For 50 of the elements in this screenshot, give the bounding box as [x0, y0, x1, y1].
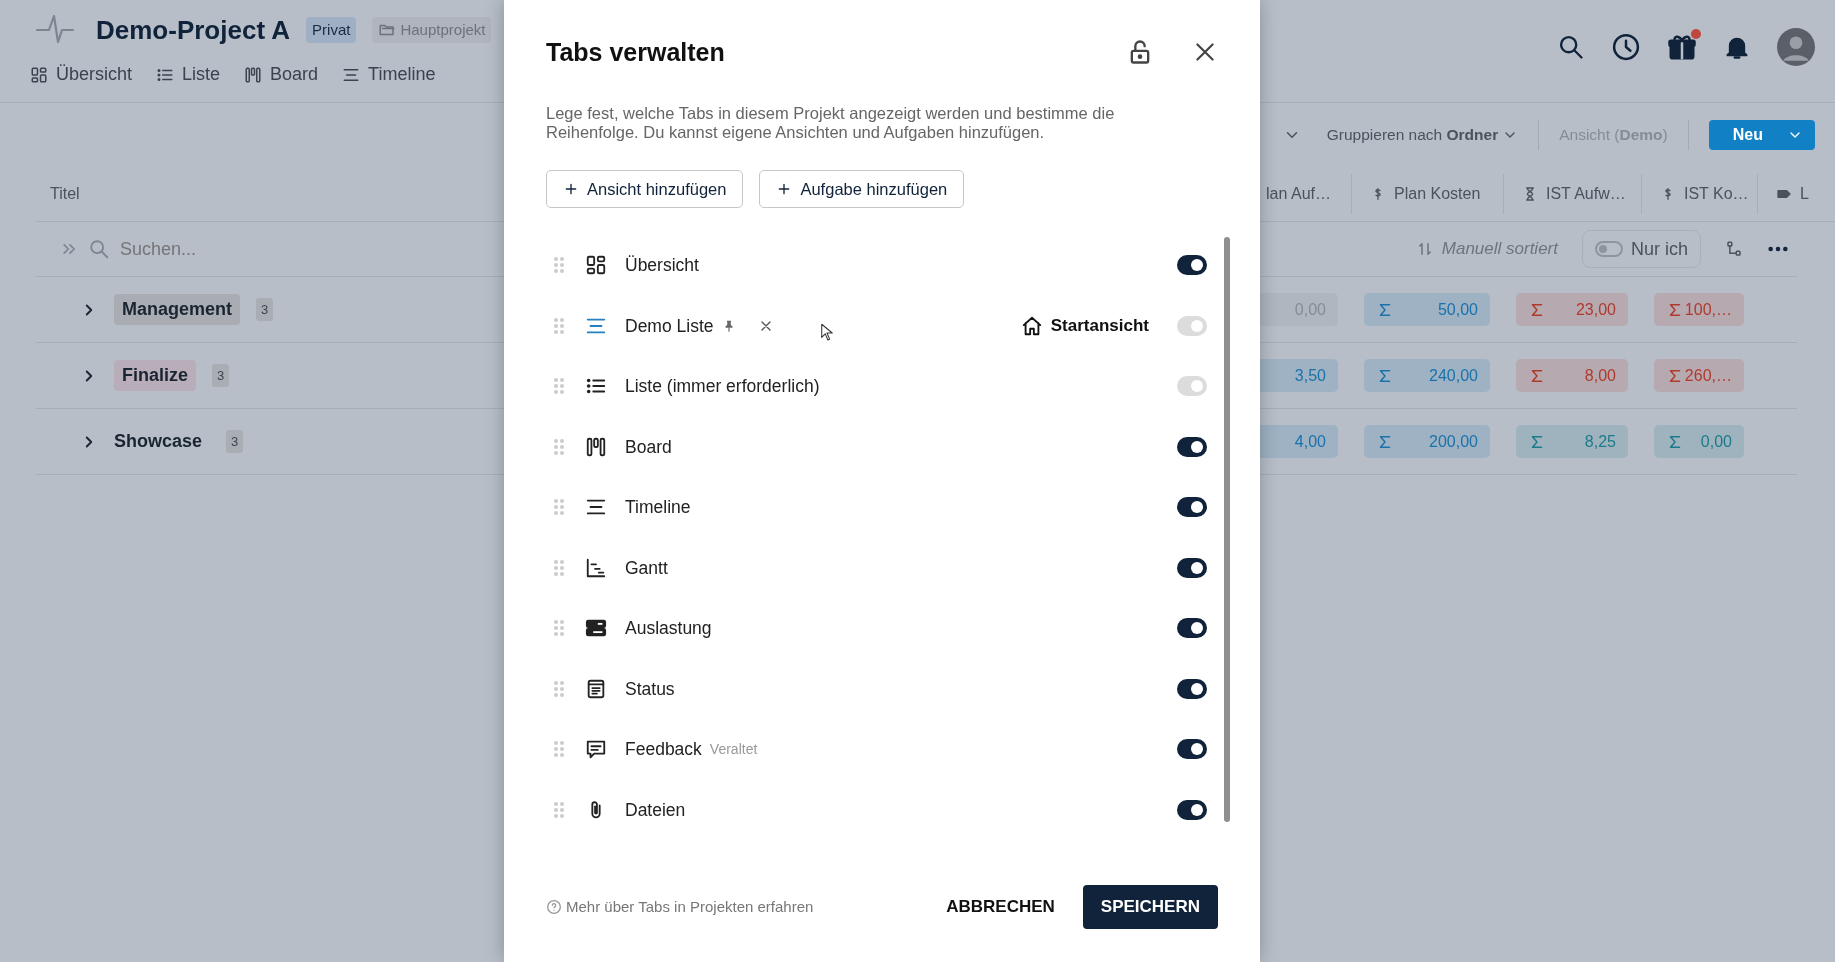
column-header: L	[1800, 183, 1809, 204]
count-badge: 3	[226, 429, 244, 454]
project-title: Demo-Project A	[96, 13, 291, 47]
column-header: IST Ko…	[1684, 183, 1749, 204]
help-link[interactable]: Mehr über Tabs in Projekten erfahren	[546, 895, 814, 919]
project-tab[interactable]: Liste	[156, 61, 221, 88]
group-title[interactable]: Finalize	[114, 360, 196, 391]
only-me-toggle[interactable]: Nur ich	[1582, 230, 1701, 268]
start-view-label: Startansicht	[1050, 315, 1149, 337]
sum-cell: 8,25	[1516, 425, 1628, 458]
tab-name: Timeline	[625, 496, 691, 520]
project-tab[interactable]: Timeline	[342, 61, 436, 88]
tab-name: Feedback	[625, 738, 702, 762]
sum-cell: 240,00	[1364, 359, 1490, 392]
sum-cell: 50,00	[1364, 293, 1490, 326]
search-field[interactable]: Suchen...	[118, 234, 418, 264]
save-button[interactable]: SPEICHERN	[1082, 885, 1218, 929]
tab-name: Demo Liste	[625, 314, 714, 338]
add-button[interactable]: Ansicht hinzufügen	[546, 170, 744, 208]
deprecated-label: Veraltet	[709, 739, 758, 759]
tab-name: Liste (immer erforderlich)	[625, 375, 820, 399]
tab-name: Auslastung	[625, 617, 712, 641]
count-badge: 3	[256, 297, 274, 322]
project-tab[interactable]: Übersicht	[30, 61, 133, 88]
new-button[interactable]: Neu	[1708, 119, 1815, 150]
column-header: Titel	[49, 183, 80, 204]
group-by-dropdown[interactable]: Gruppieren nach Ordner	[1326, 122, 1499, 147]
sum-cell: 23,00	[1516, 293, 1628, 326]
column-header: lan Auf…	[1266, 183, 1331, 204]
tab-name: Board	[625, 435, 672, 459]
count-badge: 3	[212, 363, 230, 388]
tab-name: Status	[625, 677, 675, 701]
sum-cell: 0,00	[1654, 425, 1744, 458]
sum-cell: 100,…	[1654, 293, 1744, 326]
tab-name: Gantt	[625, 556, 668, 580]
tab-name: Dateien	[625, 798, 686, 822]
column-header: Plan Kosten	[1394, 183, 1481, 204]
sum-cell: 8,00	[1516, 359, 1628, 392]
group-title[interactable]: Showcase	[114, 426, 211, 457]
tab-name: Übersicht	[625, 254, 699, 278]
dialog-description: Lege fest, welche Tabs in diesem Projekt angezeigt werden und bestimme die Reihenfolge. Du kannst eigene Ansichten und Aufgaben hinzufügen.	[546, 104, 1116, 142]
column-header: IST Aufw…	[1546, 183, 1626, 204]
add-button[interactable]: Aufgabe hinzufügen	[759, 170, 965, 208]
cancel-button[interactable]: ABBRECHEN	[940, 893, 1061, 921]
sum-cell: 200,00	[1364, 425, 1490, 458]
sum-cell: 260,…	[1654, 359, 1744, 392]
project-tab[interactable]: Board	[244, 61, 319, 88]
group-title[interactable]: Management	[114, 294, 241, 325]
dialog-title: Tabs verwalten	[546, 37, 725, 67]
privacy-badge: Privat	[306, 16, 357, 44]
